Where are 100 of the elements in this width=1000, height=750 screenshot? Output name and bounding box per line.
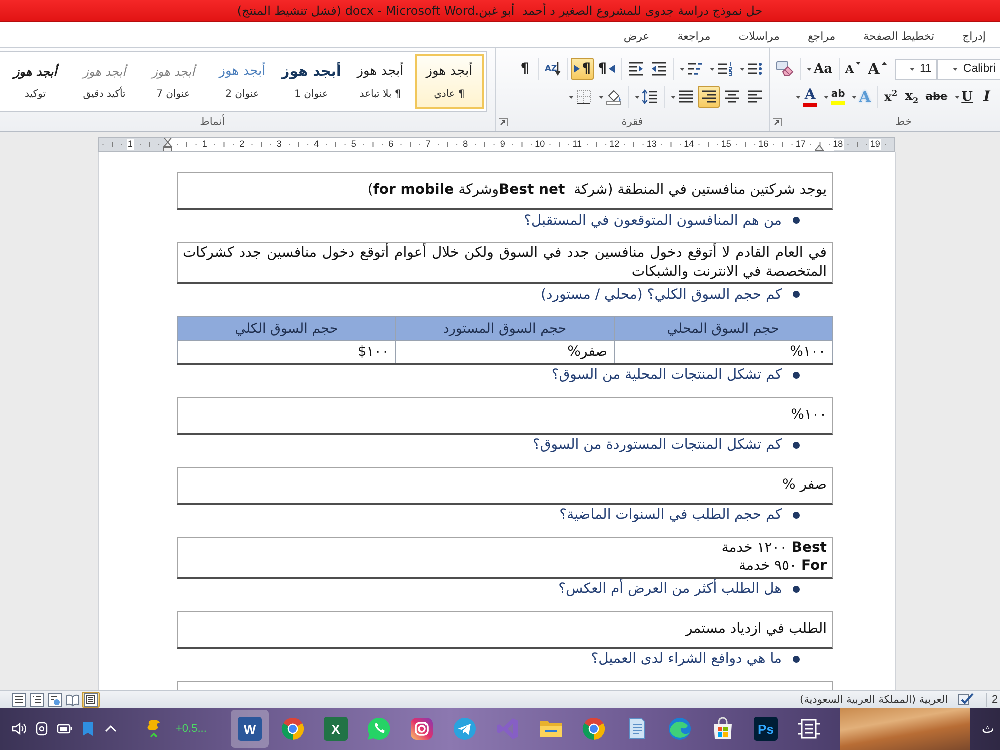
caret-icon — [599, 96, 604, 98]
text-direction-button[interactable]: ¶ — [595, 58, 618, 80]
font-size-field[interactable]: 11 — [894, 58, 937, 80]
caret-down-icon — [856, 62, 862, 65]
widget-text[interactable]: +0.5... — [176, 723, 207, 735]
ruler-number: 9 — [499, 139, 506, 150]
question-text: ما هي دوافع الشراء لدى العميل؟ — [591, 651, 782, 667]
ruler-number: 17 — [794, 139, 807, 150]
dialog-launcher-icon[interactable] — [773, 118, 782, 126]
strikethrough-button[interactable]: abe — [922, 86, 951, 108]
ruler-number: 2 — [238, 139, 246, 150]
ribbon-tab[interactable]: تخطيط الصفحة — [850, 25, 949, 47]
ruler-number: 1 — [126, 139, 134, 150]
caret-icon — [710, 68, 715, 70]
caret-icon — [807, 68, 812, 70]
subscript-button[interactable]: x$_{2}$ — [902, 86, 922, 108]
ribbon-logo-icon — [496, 717, 520, 741]
input-indicator[interactable]: ث — [982, 722, 994, 736]
print-layout-icon — [84, 692, 98, 706]
swirl-logo-icon — [668, 717, 692, 741]
style-option[interactable]: أبجد هوز عنوان 1 — [277, 54, 346, 109]
taskbar-app-button[interactable]: W — [231, 710, 269, 748]
style-option[interactable]: أبجد هوز ¶ عادي — [415, 54, 484, 109]
style-option[interactable]: أبجد هوز توكيد — [1, 54, 70, 109]
camera-icon — [410, 717, 434, 741]
caret-icon — [635, 96, 640, 98]
caret-icon — [796, 96, 802, 98]
superscript-button[interactable]: x$^{2}$ — [880, 86, 901, 108]
bullet-icon — [793, 656, 800, 662]
device-icon[interactable] — [34, 721, 50, 737]
caret-icon — [910, 68, 915, 70]
column-header: حجم السوق المحلي — [614, 316, 832, 340]
ribbon-tab[interactable]: عرض — [610, 25, 664, 47]
bullet-icon — [793, 291, 800, 298]
ruler-number: 1 — [201, 139, 208, 150]
app-logo: Ps — [754, 717, 778, 741]
text-direction-button[interactable]: ¶ — [571, 58, 594, 80]
style-option[interactable]: أبجد هوز تأكيد دقيق — [70, 54, 139, 109]
ruler-number: 18 — [832, 139, 844, 150]
dialog-launcher-icon[interactable] — [499, 118, 508, 126]
ribbon-tab[interactable]: إدراج — [948, 25, 1000, 47]
bulleted-list-icon — [747, 61, 763, 77]
indent-icon — [628, 61, 644, 77]
ruler-number: 3 — [276, 139, 283, 150]
column-header: حجم السوق الكلي — [178, 316, 396, 340]
arrow-left-icon — [609, 65, 615, 73]
align-center-icon — [724, 89, 740, 105]
ribbon-tab[interactable]: مراجعة — [664, 25, 725, 47]
sort-button[interactable]: AZ — [542, 58, 564, 80]
ribbon-tab[interactable]: مراسلات — [724, 25, 794, 47]
caret-up-icon — [882, 62, 887, 65]
align-right-button[interactable] — [698, 86, 720, 108]
phone-bubble-icon — [367, 717, 391, 741]
numbered-list-icon — [717, 61, 733, 77]
color-swatch-icon — [803, 102, 818, 106]
change-case-button[interactable]: Aa — [804, 58, 836, 80]
ribbon-tab[interactable]: مراجع — [794, 25, 850, 47]
highlight-button[interactable]: ab — [821, 86, 848, 108]
underline-button[interactable]: U — [952, 86, 976, 108]
web-layout-icon — [48, 692, 62, 706]
indent-marker-icon[interactable] — [162, 138, 173, 151]
answer-text: في العام القادم لا أتوقع دخول منافسين جدد في السوق ولكن خلال أعوام أتوقع دخول منافسين جدد كشركات المتخصصة في الانترنت والشبكات — [183, 244, 827, 281]
bookmark-icon[interactable] — [80, 721, 96, 737]
spell-check-icon[interactable] — [958, 692, 974, 706]
show-marks-button[interactable]: ¶ — [515, 58, 536, 80]
ruler-number: 6 — [388, 139, 395, 150]
web-layout-button[interactable] — [46, 692, 64, 708]
arrow-right-icon — [574, 65, 580, 73]
draft-view-button[interactable] — [10, 692, 28, 708]
style-option[interactable]: أبجد هوز ¶ بلا تباعد — [346, 54, 415, 109]
style-option[interactable]: أبجد هوز عنوان 7 — [139, 54, 208, 109]
align-left-icon — [747, 89, 763, 105]
eraser-icon — [776, 61, 794, 77]
column-header: حجم السوق المستورد — [396, 316, 614, 340]
italic-button[interactable]: I — [977, 86, 997, 108]
language-indicator[interactable]: العربية (المملكة العربية السعودية) — [800, 694, 948, 706]
frame-icon — [797, 717, 821, 741]
font-color-button[interactable]: A — [793, 86, 820, 108]
taskbar-app-button[interactable]: X — [317, 710, 355, 748]
align-right-icon — [701, 89, 717, 105]
outline-view-button[interactable] — [28, 692, 46, 708]
window-title: حل نموذج دراسة جدوى للمشروع الصغير د أحمد أبو غبن.docx - Microsoft Word (فشل تنشيط المنتج) — [237, 4, 763, 18]
ruler-number: 11 — [572, 139, 584, 150]
caret-icon — [953, 68, 958, 70]
print-layout-button[interactable] — [82, 692, 100, 708]
caret-icon — [954, 96, 960, 98]
question-text: كم حجم الطلب في السنوات الماضية؟ — [560, 507, 782, 523]
shrink-font-button[interactable]: A — [842, 58, 864, 80]
caret-icon — [671, 96, 676, 98]
taskbar-app-button[interactable]: Ps — [747, 710, 785, 748]
ruler-number: 8 — [462, 139, 470, 150]
font-name-field[interactable]: Calibri — [936, 58, 1000, 80]
style-option[interactable]: أبجد هوز عنوان 2 — [208, 54, 277, 109]
round-logo-icon — [281, 717, 305, 741]
bullet-icon — [793, 372, 800, 378]
speaker-icon[interactable] — [11, 721, 27, 737]
question-text: من هم المنافسون المتوقعون في المستقبل؟ — [524, 212, 782, 228]
grow-font-button[interactable]: A — [865, 58, 890, 80]
bullet-icon — [793, 442, 800, 448]
ruler-number: 12 — [608, 139, 621, 150]
